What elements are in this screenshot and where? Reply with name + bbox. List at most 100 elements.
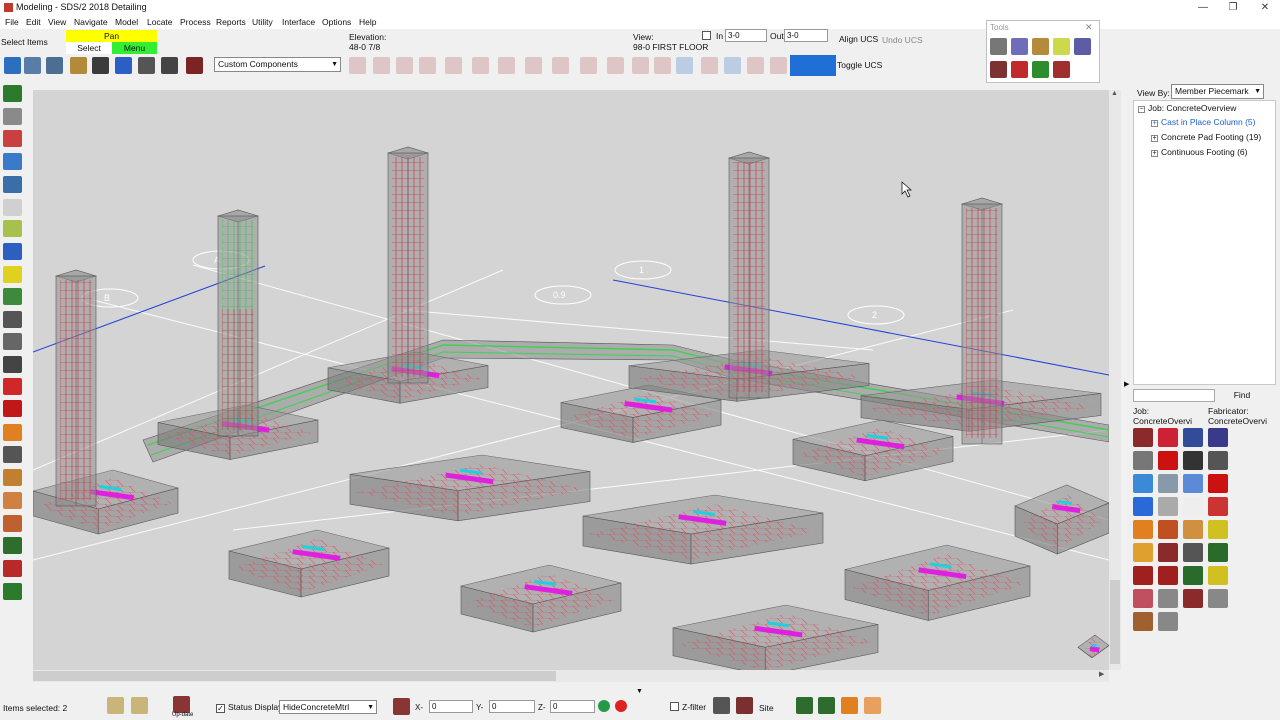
draw-line-icon[interactable] [4, 57, 21, 74]
undo-ucs-button[interactable]: Undo UCS [882, 35, 923, 45]
measure-icon[interactable] [3, 220, 22, 237]
out-field[interactable]: 3-0 [784, 29, 828, 42]
tools-palette-close-icon[interactable]: ✕ [1085, 22, 1093, 33]
model-3d-view[interactable]: A B 0.9 1 2 [33, 90, 1109, 670]
building-icon[interactable] [701, 57, 718, 74]
save-icon[interactable] [92, 57, 109, 74]
command-tool-icon[interactable] [1208, 474, 1228, 493]
command-tool-icon[interactable] [1158, 451, 1178, 470]
tree-item-concrete-pad-footing[interactable]: + Concrete Pad Footing (19) [1151, 132, 1261, 142]
beam-icon[interactable] [990, 61, 1007, 78]
column-icon[interactable] [1011, 61, 1028, 78]
expand-icon[interactable]: + [1151, 150, 1158, 157]
command-tool-icon[interactable] [1183, 497, 1203, 516]
stairs-icon[interactable] [1011, 38, 1028, 55]
rotate-icon[interactable] [724, 57, 741, 74]
menu-navigate[interactable]: Navigate [74, 17, 108, 27]
command-tool-icon[interactable] [1158, 497, 1178, 516]
cast-in-place-column[interactable] [960, 197, 1004, 445]
magnet-icon[interactable] [349, 57, 366, 74]
snap-member-icon[interactable] [607, 57, 624, 74]
report-icon[interactable] [3, 492, 22, 509]
in-out-checkbox[interactable] [702, 31, 711, 40]
pad-footing[interactable] [844, 544, 1031, 621]
pad-footing[interactable] [672, 604, 879, 670]
gear-icon[interactable] [3, 108, 22, 125]
command-tool-icon[interactable] [1158, 543, 1178, 562]
status-icon[interactable] [3, 560, 22, 577]
orbit-icon[interactable] [841, 697, 858, 714]
copy-member-icon[interactable] [3, 176, 22, 193]
command-tool-icon[interactable] [1208, 543, 1228, 562]
hole-icon[interactable] [3, 356, 22, 373]
menu-model[interactable]: Model [115, 17, 138, 27]
command-tool-icon[interactable] [1208, 520, 1228, 539]
command-tool-icon[interactable] [1158, 566, 1178, 585]
select-button[interactable]: Select [66, 42, 112, 54]
snap-cross-icon[interactable] [373, 57, 390, 74]
settings-icon[interactable] [138, 57, 155, 74]
view-3d-icon[interactable] [747, 57, 764, 74]
snap-diagonal-icon[interactable] [396, 57, 413, 74]
command-tool-icon[interactable] [1208, 566, 1228, 585]
scroll-up-icon[interactable]: ▲ [1111, 90, 1118, 97]
snap-node-icon[interactable] [676, 57, 693, 74]
command-tool-icon[interactable] [1183, 428, 1203, 447]
vehicle-icon[interactable] [70, 57, 87, 74]
snap-grid-icon[interactable] [632, 57, 649, 74]
cancel-icon[interactable] [615, 700, 627, 712]
z-field[interactable]: 0 [550, 700, 595, 713]
home-view-icon[interactable] [864, 697, 881, 714]
collapse-icon[interactable]: − [1138, 106, 1145, 113]
member-list-icon[interactable] [3, 446, 22, 463]
command-tool-icon[interactable] [1158, 428, 1178, 447]
components-dropdown[interactable]: Custom Components ▼ [214, 57, 341, 72]
command-tool-icon[interactable] [1158, 520, 1178, 539]
command-tool-icon[interactable] [1133, 612, 1153, 631]
material-icon[interactable] [3, 288, 22, 305]
command-tool-icon[interactable] [1208, 451, 1228, 470]
view-by-dropdown[interactable]: Member Piecemark ▼ [1171, 84, 1264, 99]
command-tool-icon[interactable] [1183, 474, 1203, 493]
fabricate-icon[interactable] [3, 515, 22, 532]
viewport-horizontal-scrollbar[interactable]: ▶ [33, 670, 1109, 682]
snap-angle-icon[interactable] [445, 57, 462, 74]
delete-icon[interactable] [3, 400, 22, 417]
axis-icon[interactable] [580, 57, 597, 74]
expand-icon[interactable]: + [1151, 120, 1158, 127]
command-tool-icon[interactable] [1133, 566, 1153, 585]
minimize-button[interactable]: — [1188, 0, 1218, 15]
panel-collapse-icon[interactable]: ▶ [1124, 380, 1129, 388]
command-tool-icon[interactable] [1158, 612, 1178, 631]
menu-utility[interactable]: Utility [252, 17, 273, 27]
pad-footing[interactable] [792, 419, 954, 482]
snap-line-icon[interactable] [525, 57, 542, 74]
connection-icon[interactable] [3, 424, 22, 441]
target-icon[interactable] [115, 57, 132, 74]
toggle-ucs-icon[interactable] [790, 55, 836, 76]
tree-item-continuous-footing[interactable]: + Continuous Footing (6) [1151, 147, 1247, 157]
y-field[interactable]: 0 [489, 700, 535, 713]
locate-icon[interactable] [393, 698, 410, 715]
starts-icon[interactable] [107, 697, 124, 714]
command-tool-icon[interactable] [1133, 589, 1153, 608]
toggle-ucs-button[interactable]: Toggle UCS [837, 60, 882, 70]
grid-line-icon[interactable] [3, 199, 22, 216]
cast-in-place-column[interactable] [386, 146, 430, 384]
command-tool-icon[interactable] [1183, 589, 1203, 608]
pad-footing[interactable] [33, 469, 180, 535]
tools-icon[interactable] [186, 57, 203, 74]
command-tool-icon[interactable] [1133, 520, 1153, 539]
bolt-icon[interactable] [3, 311, 22, 328]
scroll-right-icon[interactable]: ▶ [1099, 670, 1104, 678]
pad-footing[interactable] [582, 494, 824, 565]
command-tool-icon[interactable] [1133, 451, 1153, 470]
command-tool-icon[interactable] [1133, 428, 1153, 447]
snap-point-icon[interactable] [654, 57, 671, 74]
ruler-icon[interactable] [3, 266, 22, 283]
arc-icon[interactable] [24, 57, 41, 74]
command-tool-icon[interactable] [1183, 543, 1203, 562]
filter-icon[interactable] [713, 697, 730, 714]
command-tool-icon[interactable] [1208, 428, 1228, 447]
add-member-icon[interactable] [3, 130, 22, 147]
